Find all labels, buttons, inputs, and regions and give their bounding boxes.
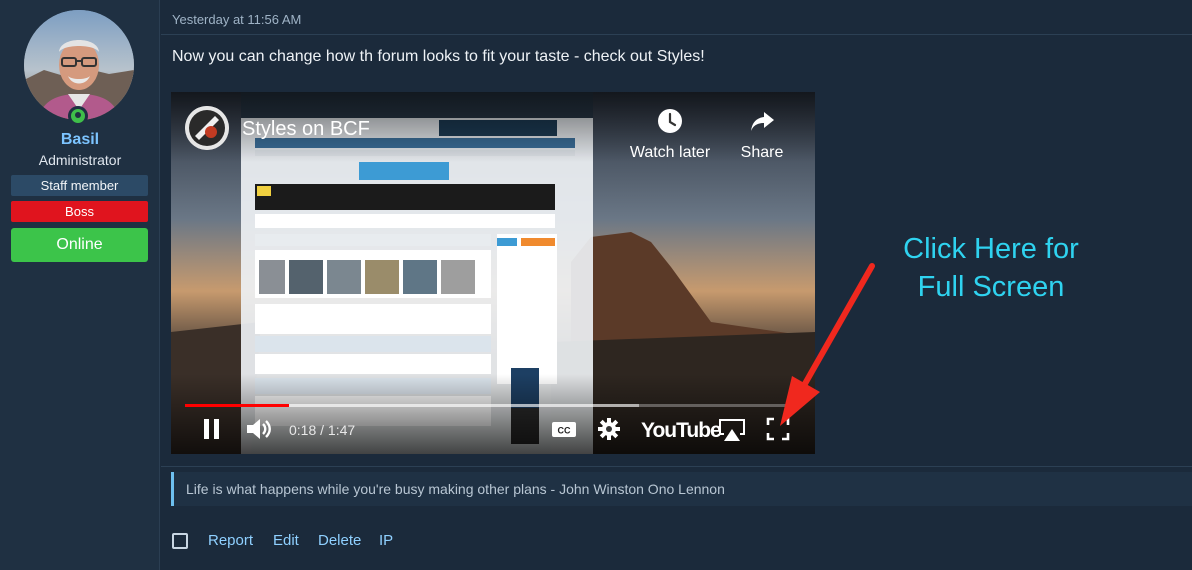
user-title: Administrator	[38, 152, 122, 168]
pause-icon	[204, 419, 219, 439]
video-embed[interactable]: Styles on BCF Watch later Share 0:18 / 1…	[171, 92, 815, 454]
online-status-icon	[68, 106, 88, 126]
youtube-logo-link[interactable]: YouTube	[641, 419, 722, 443]
user-info-panel: Basil Administrator Staff member Boss On…	[0, 0, 160, 570]
watch-later-button[interactable]: Watch later	[625, 108, 715, 162]
volume-button[interactable]	[245, 417, 273, 443]
captions-button[interactable]: CC	[551, 417, 577, 443]
channel-logo-icon[interactable]	[185, 106, 229, 150]
avatar[interactable]	[24, 10, 134, 120]
annotation-line-2: Full Screen	[917, 271, 1065, 303]
report-link[interactable]: Report	[208, 532, 253, 549]
divider	[161, 34, 1192, 35]
airplay-button[interactable]	[717, 417, 747, 443]
signature-text: Life is what happens while you're busy m…	[186, 481, 725, 497]
pause-button[interactable]	[201, 417, 223, 443]
video-progress-bar[interactable]	[185, 404, 799, 407]
airplay-icon	[719, 419, 745, 441]
cc-icon: CC	[552, 422, 576, 437]
select-post-checkbox[interactable]	[172, 533, 188, 549]
signature-block: Life is what happens while you're busy m…	[171, 472, 1192, 506]
annotation-line-1: Click Here for	[903, 233, 1079, 265]
clock-icon	[658, 109, 682, 133]
username-link[interactable]: Basil	[0, 131, 160, 149]
post-date-link[interactable]: Yesterday at 11:56 AM	[172, 12, 301, 27]
post-message: Now you can change how th forum looks to…	[172, 48, 705, 65]
fullscreen-annotation: Click Here for Full Screen	[880, 230, 1102, 306]
share-arrow-icon	[751, 112, 774, 131]
gear-icon	[598, 418, 620, 440]
avatar-image	[24, 10, 134, 120]
staff-member-banner: Staff member	[11, 175, 148, 196]
role-banner: Boss	[11, 201, 148, 222]
online-status-banner: Online	[11, 228, 148, 262]
progress-played	[185, 404, 290, 407]
settings-button[interactable]	[597, 417, 621, 443]
red-arrow-icon	[780, 263, 875, 426]
ip-link[interactable]: IP	[379, 532, 393, 549]
volume-icon	[247, 419, 271, 439]
watch-later-label: Watch later	[629, 144, 711, 161]
video-title-link[interactable]: Styles on BCF	[242, 118, 370, 141]
delete-link[interactable]: Delete	[318, 532, 361, 549]
video-time: 0:18 / 1:47	[289, 422, 356, 438]
svg-text:CC: CC	[558, 426, 571, 436]
edit-link[interactable]: Edit	[273, 532, 299, 549]
share-label: Share	[740, 144, 784, 161]
divider	[161, 466, 1192, 467]
share-button[interactable]: Share	[717, 108, 807, 162]
